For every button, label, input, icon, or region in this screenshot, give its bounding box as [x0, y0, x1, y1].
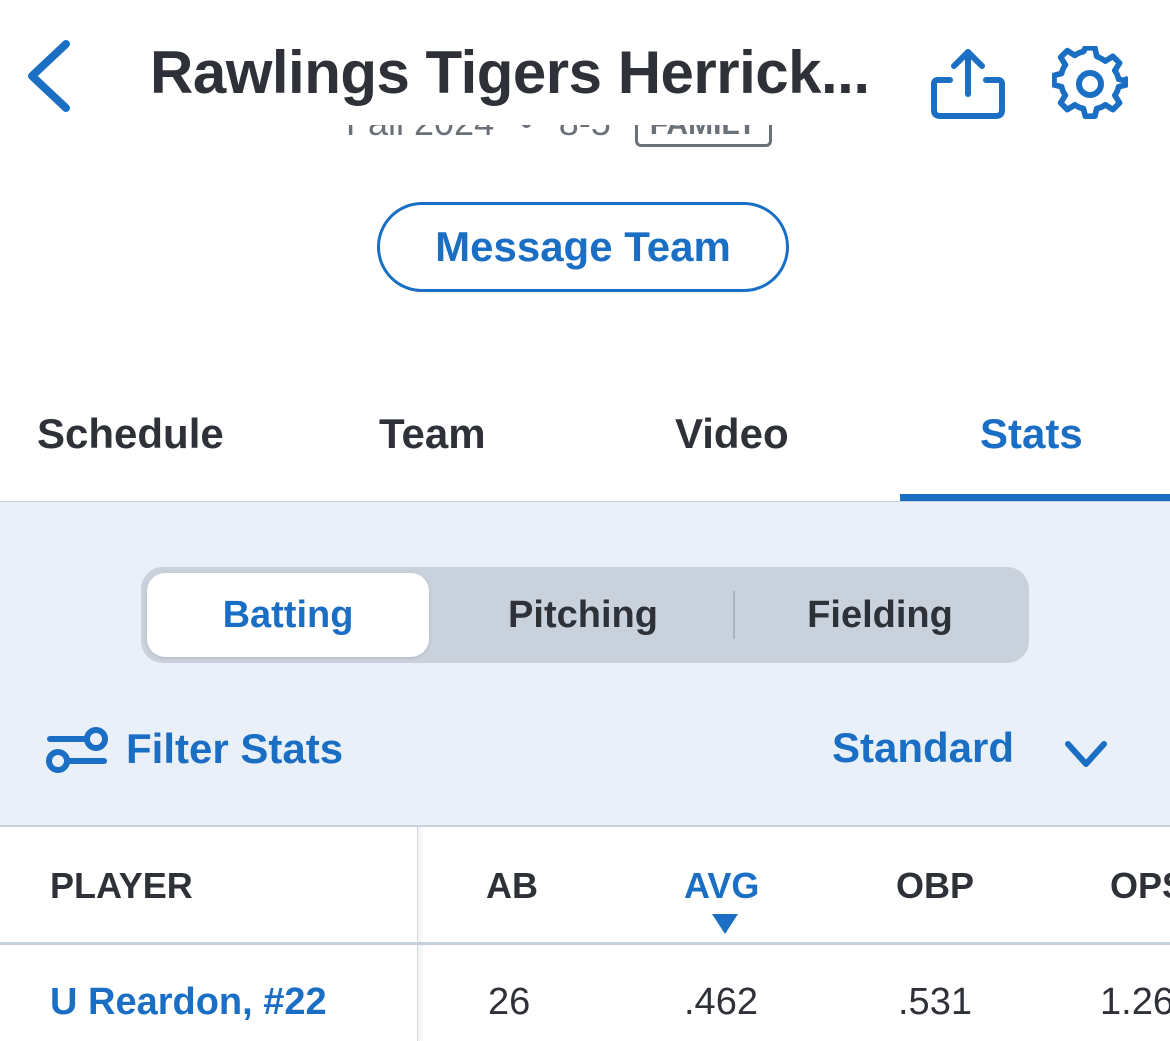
- sticky-column-shadow: [417, 827, 425, 1041]
- filter-stats-button[interactable]: Filter Stats: [46, 724, 343, 774]
- tab-video[interactable]: Video: [675, 410, 789, 458]
- cell-obp: .531: [898, 981, 972, 1023]
- column-header-player[interactable]: PLAYER: [50, 865, 193, 907]
- main-tabs: Schedule Team Video Stats: [0, 380, 1170, 503]
- column-header-obp[interactable]: OBP: [896, 865, 974, 907]
- segment-divider: [733, 591, 735, 639]
- cell-avg: .462: [684, 981, 758, 1023]
- stats-controls-panel: Batting Pitching Fielding Filter Stats S…: [0, 502, 1170, 827]
- column-header-ops[interactable]: OPS: [1110, 865, 1170, 907]
- stats-type-segmented-control: Batting Pitching Fielding: [141, 567, 1029, 663]
- stats-view-select[interactable]: Standard: [832, 724, 1014, 772]
- filter-sliders-icon: [46, 727, 108, 773]
- tab-stats[interactable]: Stats: [980, 410, 1083, 458]
- segment-fielding[interactable]: Fielding: [737, 573, 1023, 657]
- team-meta-line: Fall 2024 • 8-5 FAMILY: [0, 118, 1170, 180]
- table-row[interactable]: U Reardon, #22 26 .462 .531 1.26: [0, 945, 1170, 1041]
- cell-ab: 26: [488, 981, 531, 1023]
- column-header-ab[interactable]: AB: [486, 865, 538, 907]
- top-nav-bar: Rawlings Tigers Herrick...: [0, 0, 1170, 125]
- tab-team[interactable]: Team: [379, 410, 486, 458]
- cell-ops: 1.26: [1100, 981, 1170, 1023]
- segment-batting[interactable]: Batting: [147, 573, 429, 657]
- tab-schedule[interactable]: Schedule: [37, 410, 224, 458]
- chevron-down-icon[interactable]: [1062, 734, 1110, 774]
- player-name-link[interactable]: U Reardon, #22: [50, 981, 327, 1024]
- segment-pitching[interactable]: Pitching: [437, 573, 729, 657]
- sort-down-icon: [712, 914, 738, 934]
- active-tab-indicator: [900, 494, 1170, 501]
- gear-icon[interactable]: [1052, 46, 1128, 122]
- filter-stats-label: Filter Stats: [126, 725, 344, 772]
- share-icon[interactable]: [928, 44, 1008, 124]
- back-chevron-icon[interactable]: [22, 36, 82, 116]
- batting-stats-table: PLAYER AB AVG OBP OPS U Reardon, #22 26 …: [0, 827, 1170, 1041]
- table-header-row: PLAYER AB AVG OBP OPS: [0, 827, 1170, 945]
- column-header-avg[interactable]: AVG: [684, 865, 759, 907]
- message-team-button[interactable]: Message Team: [377, 202, 789, 292]
- page-title: Rawlings Tigers Herrick...: [150, 39, 870, 106]
